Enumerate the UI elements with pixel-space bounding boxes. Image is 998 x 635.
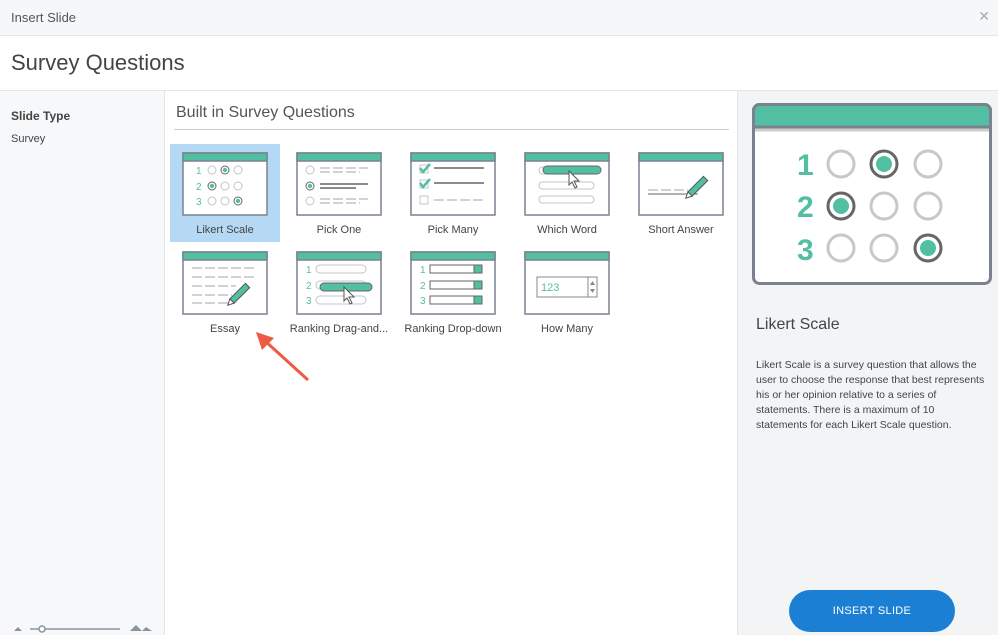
question-type-how-many[interactable]: 123 How Many — [512, 243, 622, 341]
page-title: Survey Questions — [11, 50, 185, 75]
ranking-drag-and-drop-icon: 1 2 3 — [296, 251, 382, 315]
header: Survey Questions — [0, 36, 998, 91]
svg-text:3: 3 — [196, 197, 202, 208]
close-icon[interactable]: ✕ — [978, 8, 990, 25]
insert-slide-button[interactable]: INSERT SLIDE — [789, 590, 955, 632]
question-type-likert-scale[interactable]: 1 2 3 Likert Scale — [170, 144, 280, 242]
question-type-which-word[interactable]: Which Word — [512, 144, 622, 242]
question-type-label: Pick Many — [427, 224, 479, 236]
divider — [174, 129, 729, 130]
window-title: Insert Slide — [11, 10, 77, 25]
question-type-short-answer[interactable]: Short Answer — [626, 144, 736, 242]
question-type-label: Ranking Drop-down — [404, 323, 502, 335]
svg-text:2: 2 — [306, 281, 312, 292]
section-title: Built in Survey Questions — [176, 104, 355, 121]
svg-text:3: 3 — [306, 296, 312, 307]
row-number: 2 — [797, 191, 814, 224]
which-word-icon — [524, 152, 610, 216]
svg-text:1: 1 — [196, 166, 202, 177]
svg-text:1: 1 — [306, 265, 312, 276]
ranking-drop-down-icon: 1 2 3 — [410, 251, 496, 315]
likert-preview-image: 1 2 3 — [752, 103, 992, 285]
pick-many-icon — [410, 152, 496, 216]
question-type-ranking-drag-and-drop[interactable]: 123 Ranking Drag-and... — [284, 243, 394, 341]
sidebar-item-survey[interactable]: Survey — [11, 133, 45, 145]
annotation-arrow — [256, 332, 310, 382]
zoom-in-icon — [130, 625, 152, 631]
question-type-label: Which Word — [537, 224, 597, 236]
short-answer-icon — [638, 152, 724, 216]
question-type-pick-one[interactable]: Pick One — [284, 144, 394, 242]
question-type-label: Likert Scale — [196, 224, 254, 236]
title-bar: Insert Slide ✕ — [0, 0, 998, 36]
zoom-out-icon — [14, 627, 22, 631]
row-number: 1 — [797, 149, 814, 182]
how-many-icon: 123 — [524, 251, 610, 315]
question-type-label: Pick One — [316, 224, 362, 236]
preview-title: Likert Scale — [756, 316, 840, 333]
svg-text:3: 3 — [420, 296, 426, 307]
essay-icon — [182, 251, 268, 315]
svg-text:123: 123 — [541, 282, 559, 294]
row-number: 3 — [797, 234, 814, 267]
likert-scale-icon: 1 2 3 — [182, 152, 268, 216]
question-type-label: How Many — [541, 323, 593, 335]
svg-text:2: 2 — [420, 281, 426, 292]
svg-text:1: 1 — [420, 265, 426, 276]
preview-panel: 1 2 3 Likert Scale Likert Scale is a sur… — [737, 91, 998, 635]
question-type-ranking-drop-down[interactable]: 1 2 3 Ranking Drop-down — [398, 243, 508, 341]
question-type-essay[interactable]: Essay — [170, 243, 280, 341]
pick-one-icon — [296, 152, 382, 216]
zoom-slider-thumb — [38, 625, 46, 633]
sidebar: Slide Type Survey — [0, 91, 165, 635]
zoom-slider[interactable] — [10, 619, 155, 633]
svg-text:2: 2 — [196, 182, 202, 193]
preview-description: Likert Scale is a survey question that a… — [756, 359, 985, 431]
question-type-pick-many[interactable]: Pick Many — [398, 144, 508, 242]
slide-type-label: Slide Type — [11, 109, 71, 123]
question-type-label: Short Answer — [648, 224, 714, 236]
